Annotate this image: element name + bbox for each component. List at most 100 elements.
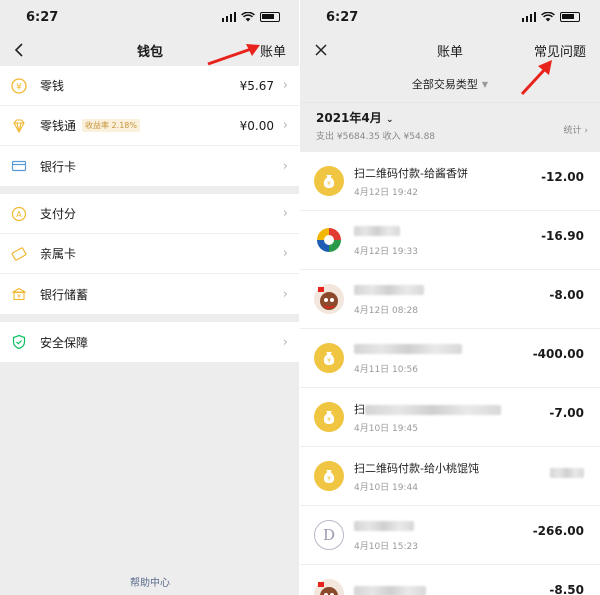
wifi-icon bbox=[541, 12, 555, 22]
redacted-text bbox=[365, 404, 501, 415]
svg-text:¥: ¥ bbox=[17, 293, 21, 300]
caret-down-icon: ▼ bbox=[481, 79, 489, 89]
transaction-amount: -8.50 bbox=[549, 583, 584, 595]
chevron-right-icon: › bbox=[282, 334, 288, 350]
transaction-time: 4月11日 10:56 bbox=[354, 364, 418, 375]
svg-text:¥: ¥ bbox=[327, 476, 331, 483]
svg-text:¥: ¥ bbox=[16, 82, 22, 92]
help-center-link[interactable]: 帮助中心 bbox=[0, 574, 300, 589]
transaction-amount: -8.00 bbox=[549, 288, 584, 302]
status-bar: 6:27 bbox=[0, 0, 300, 34]
transaction-list: ¥ 扫二维码付款-给酱香饼 4月12日 19:42 -12.00 4月12日 19:33… bbox=[300, 152, 600, 595]
chevron-right-icon: › bbox=[282, 78, 288, 93]
svg-text:¥: ¥ bbox=[327, 358, 331, 365]
transaction-time: 4月10日 19:45 bbox=[354, 423, 418, 434]
red-arrow-icon bbox=[520, 60, 552, 96]
transaction-time: 4月12日 19:33 bbox=[354, 246, 418, 257]
wallet-group-2: A 支付分 › 亲属卡 › ¥ 银行储蓄 › bbox=[0, 194, 300, 314]
battery-icon bbox=[560, 12, 580, 22]
yield-rate-badge: 收益率 2.18% bbox=[82, 119, 140, 132]
wallet-item-payscore[interactable]: A 支付分 › bbox=[0, 194, 300, 234]
wallet-item-savings[interactable]: ¥ 银行储蓄 › bbox=[0, 274, 300, 314]
month-summary: 支出 ¥5684.35 收入 ¥54.88 bbox=[316, 132, 436, 142]
family-card-icon bbox=[10, 245, 28, 263]
signal-icon bbox=[521, 12, 536, 22]
merchant-avatar-icon bbox=[314, 579, 344, 595]
status-time: 6:27 bbox=[26, 9, 59, 25]
transaction-amount: -266.00 bbox=[532, 524, 584, 538]
status-icons bbox=[521, 12, 580, 22]
wifi-icon bbox=[241, 12, 255, 22]
transaction-row[interactable]: ¥ 扫二维码付款-给酱香饼 4月12日 19:42 -12.00 bbox=[300, 152, 600, 211]
status-time: 6:27 bbox=[326, 9, 359, 25]
battery-icon bbox=[260, 12, 280, 22]
payment-coin-icon: ¥ bbox=[314, 461, 344, 491]
wallet-item-value: ¥0.00 bbox=[239, 118, 274, 133]
transaction-amount: -400.00 bbox=[532, 347, 584, 361]
svg-text:¥: ¥ bbox=[327, 417, 331, 424]
wallet-screen: 6:27 钱包 账单 ¥ 零钱 ¥5.67 › 零钱通 收益率 2.18% ¥0… bbox=[0, 0, 300, 595]
transaction-amount bbox=[550, 465, 584, 479]
month-selector[interactable]: 2021年4月 ⌄ bbox=[316, 109, 600, 126]
wallet-item-label: 支付分 bbox=[40, 207, 77, 221]
savings-icon: ¥ bbox=[10, 285, 28, 303]
wallet-group-3: 安全保障 › bbox=[0, 322, 300, 362]
payment-coin-icon: ¥ bbox=[314, 402, 344, 432]
red-arrow-icon bbox=[207, 44, 260, 66]
transaction-amount: -16.90 bbox=[541, 229, 584, 243]
page-title: 账单 bbox=[436, 44, 463, 60]
transaction-row[interactable]: -8.50 bbox=[300, 565, 600, 595]
wallet-item-label: 零钱 bbox=[40, 79, 65, 93]
transaction-row[interactable]: ¥ 扫 4月10日 19:45 -7.00 bbox=[300, 388, 600, 447]
redacted-text bbox=[354, 520, 414, 531]
status-icons bbox=[221, 12, 280, 22]
transaction-time: 4月12日 19:42 bbox=[354, 187, 418, 198]
month-header: 2021年4月 ⌄ 支出 ¥5684.35 收入 ¥54.88 统计 › bbox=[300, 102, 600, 152]
signal-icon bbox=[221, 12, 236, 22]
transaction-time: 4月12日 08:28 bbox=[354, 305, 418, 316]
transaction-amount: -12.00 bbox=[541, 170, 584, 184]
transaction-row[interactable]: 4月12日 19:33 -16.90 bbox=[300, 211, 600, 270]
chevron-right-icon: › bbox=[282, 158, 288, 174]
coin-icon: ¥ bbox=[10, 77, 28, 95]
chevron-right-icon: › bbox=[282, 206, 288, 221]
back-icon[interactable] bbox=[10, 41, 28, 59]
wallet-item-value: ¥5.67 bbox=[239, 78, 274, 93]
svg-text:A: A bbox=[16, 210, 22, 219]
transaction-row[interactable]: 4月12日 08:28 -8.00 bbox=[300, 270, 600, 329]
wallet-item-bankcard[interactable]: 银行卡 › bbox=[0, 146, 300, 186]
svg-text:¥: ¥ bbox=[327, 181, 331, 188]
close-icon[interactable] bbox=[312, 41, 330, 59]
bill-screen: 6:27 账单 常见问题 全部交易类型 ▼ 2021年4月 ⌄ 支出 ¥5684… bbox=[300, 0, 600, 595]
payment-coin-icon: ¥ bbox=[314, 343, 344, 373]
transaction-time: 4月10日 15:23 bbox=[354, 541, 418, 552]
transaction-row[interactable]: ¥ 扫二维码付款-给小桃馄饨 4月10日 19:44 bbox=[300, 447, 600, 506]
transaction-time: 4月10日 19:44 bbox=[354, 482, 418, 493]
card-icon bbox=[10, 157, 28, 175]
wallet-item-security[interactable]: 安全保障 › bbox=[0, 322, 300, 362]
redacted-text bbox=[354, 343, 462, 354]
payment-coin-icon: ¥ bbox=[314, 166, 344, 196]
transaction-row[interactable]: D 4月10日 15:23 -266.00 bbox=[300, 506, 600, 565]
wallet-group-1: ¥ 零钱 ¥5.67 › 零钱通 收益率 2.18% ¥0.00 › 银行卡 › bbox=[0, 66, 300, 186]
redacted-text bbox=[354, 586, 426, 595]
wallet-item-family-card[interactable]: 亲属卡 › bbox=[0, 234, 300, 274]
wallet-item-label: 银行储蓄 bbox=[40, 287, 89, 302]
wallet-item-label: 安全保障 bbox=[40, 335, 89, 350]
letter-d-icon: D bbox=[314, 520, 344, 550]
filter-label: 全部交易类型 bbox=[411, 78, 478, 91]
wallet-item-change[interactable]: ¥ 零钱 ¥5.67 › bbox=[0, 66, 300, 106]
chevron-right-icon: › bbox=[282, 118, 288, 133]
merchant-avatar-icon bbox=[314, 284, 344, 314]
page-title: 钱包 bbox=[136, 44, 163, 60]
redacted-text bbox=[354, 225, 400, 236]
merchant-logo-icon bbox=[314, 225, 344, 255]
shield-icon bbox=[10, 333, 28, 351]
wallet-item-lqt[interactable]: 零钱通 收益率 2.18% ¥0.00 › bbox=[0, 106, 300, 146]
chevron-right-icon: › bbox=[282, 286, 288, 302]
chevron-right-icon: › bbox=[282, 246, 288, 261]
stats-link[interactable]: 统计 › bbox=[564, 123, 588, 136]
transaction-row[interactable]: ¥4月11日 10:56 -400.00 bbox=[300, 329, 600, 388]
